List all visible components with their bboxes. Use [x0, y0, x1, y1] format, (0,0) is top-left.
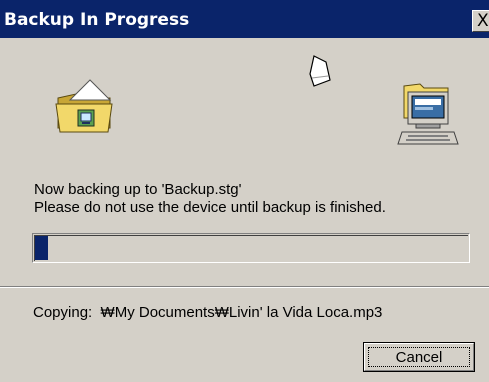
backup-dialog: Backup In Progress X Now backing up to '…: [0, 0, 489, 382]
cancel-button[interactable]: Cancel: [363, 342, 475, 372]
progress-fill: [35, 236, 48, 260]
divider: [0, 286, 489, 288]
dialog-title: Backup In Progress: [4, 10, 190, 30]
close-button[interactable]: X: [472, 10, 489, 32]
status-line-destination: Now backing up to 'Backup.stg': [34, 181, 242, 198]
folder-with-document-icon: [55, 79, 113, 133]
copying-status: Copying: ₩My Documents₩Livin' la Vida Lo…: [33, 304, 383, 321]
document-icon: [309, 55, 331, 87]
title-bar[interactable]: Backup In Progress: [0, 0, 489, 38]
progress-bar: [32, 233, 470, 263]
computer-icon: [397, 83, 459, 145]
cancel-button-label: Cancel: [395, 349, 443, 366]
status-line-warning: Please do not use the device until backu…: [34, 199, 386, 216]
